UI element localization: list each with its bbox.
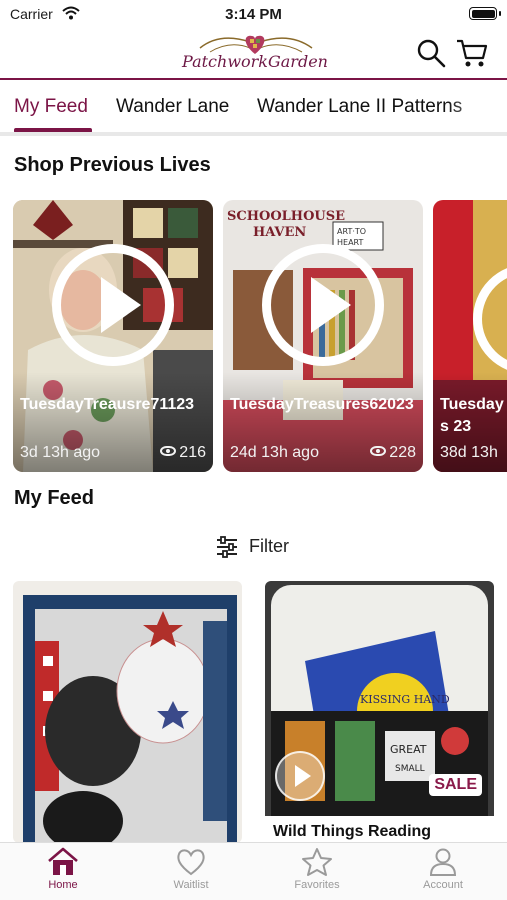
play-button[interactable] <box>262 244 384 366</box>
home-icon <box>48 847 78 875</box>
live-title: TuesdayTreasures62023 <box>230 396 414 413</box>
cart-icon[interactable] <box>456 38 488 68</box>
live-title: TuesdayTreausre71123 <box>20 396 195 413</box>
sale-badge: SALE <box>429 774 482 796</box>
live-age: 3d 13h ago <box>20 444 101 461</box>
svg-text:GREAT: GREAT <box>390 743 427 756</box>
battery-icon <box>469 7 497 20</box>
section-title-previous-lives: Shop Previous Lives <box>14 154 211 176</box>
search-icon[interactable] <box>416 38 446 68</box>
feed-tabs: My Feed Wander Lane Wander Lane II Patte… <box>0 82 507 136</box>
play-icon <box>311 277 351 333</box>
active-tab-indicator <box>14 128 92 132</box>
svg-text:SCHOOLHOUSE: SCHOOLHOUSE <box>227 209 345 224</box>
status-bar: Carrier 3:14 PM <box>0 0 507 28</box>
nav-label-favorites: Favorites <box>294 879 340 891</box>
live-card[interactable]: SCHOOLHOUSE HAVEN ART·TO HEART TuesdayTr… <box>223 200 423 472</box>
person-icon <box>429 848 457 876</box>
live-card[interactable]: TuesdayTreausre71123 3d 13h ago 216 <box>13 200 213 472</box>
logo-text: PatchworkGarden <box>182 52 328 71</box>
tab-wander-lane[interactable]: Wander Lane <box>116 96 229 118</box>
svg-text:KISSING HAND: KISSING HAND <box>360 693 450 706</box>
play-icon <box>101 277 141 333</box>
video-play-icon[interactable] <box>275 751 325 801</box>
live-age: 38d 13h <box>440 444 498 461</box>
heart-icon <box>177 849 205 876</box>
filter-label: Filter <box>249 536 289 556</box>
nav-favorites[interactable]: Favorites <box>272 847 362 891</box>
status-time: 3:14 PM <box>225 6 282 23</box>
nav-waitlist[interactable]: Waitlist <box>146 847 236 891</box>
patchwork-garden-logo[interactable]: PatchworkGarden <box>180 30 330 76</box>
svg-text:ART·TO: ART·TO <box>337 227 366 236</box>
live-card[interactable]: Tuesdays 23 38d 13h <box>433 200 507 472</box>
bottom-tab-bar: Home Waitlist Favorites Account <box>0 842 507 900</box>
feed-caption: Wild Things Reading <box>273 823 432 840</box>
tab-wander-lane-ii-patterns[interactable]: Wander Lane II Patterns <box>257 96 462 118</box>
feed-card[interactable]: KISSING HAND GREAT SMALL SALE Wild Thing… <box>265 581 494 843</box>
nav-label-home: Home <box>48 879 78 891</box>
live-age: 24d 13h ago <box>230 444 319 461</box>
play-button[interactable] <box>52 244 174 366</box>
feed-card[interactable] <box>13 581 242 843</box>
feed-image <box>13 581 242 843</box>
svg-text:SMALL: SMALL <box>395 764 425 774</box>
svg-text:HEART: HEART <box>337 238 364 247</box>
live-views: 216 <box>160 444 206 462</box>
nav-account[interactable]: Account <box>398 847 488 891</box>
live-title: Tuesdays 23 <box>440 396 504 435</box>
star-icon <box>302 848 332 876</box>
eye-icon <box>160 446 177 456</box>
nav-label-waitlist: Waitlist <box>173 879 209 891</box>
app-header: PatchworkGarden <box>0 28 507 80</box>
nav-label-account: Account <box>423 879 463 891</box>
filter-icon <box>217 536 237 558</box>
eye-icon <box>370 446 387 456</box>
svg-text:HAVEN: HAVEN <box>253 225 306 240</box>
tab-my-feed[interactable]: My Feed <box>14 96 88 118</box>
section-title-my-feed: My Feed <box>14 487 95 509</box>
live-views: 228 <box>370 444 416 462</box>
nav-home[interactable]: Home <box>18 847 108 891</box>
